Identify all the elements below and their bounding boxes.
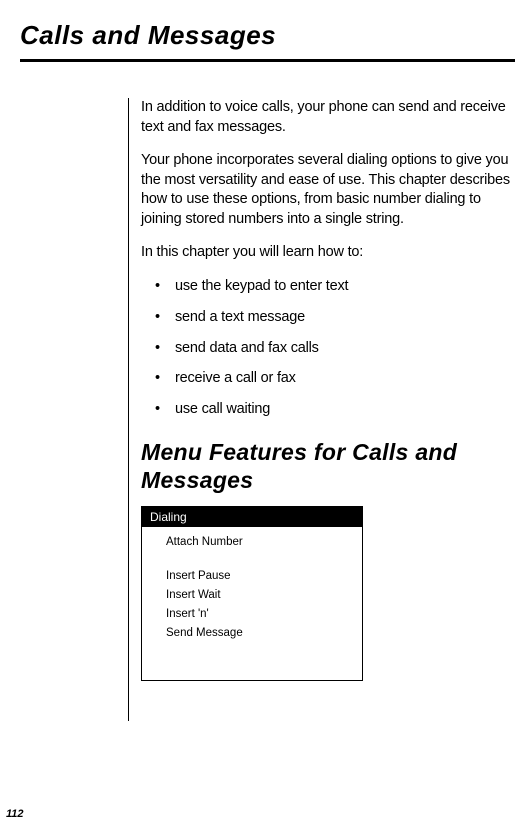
menu-items: Attach Number Insert Pause Insert Wait I… xyxy=(142,527,362,643)
menu-item: Insert 'n' xyxy=(142,605,362,624)
page-title: Calls and Messages xyxy=(20,20,515,51)
list-item: use the keypad to enter text xyxy=(141,277,515,296)
menu-item: Send Message xyxy=(142,624,362,643)
page-number: 112 xyxy=(6,808,24,820)
section-heading: Menu Features for Calls and Messages xyxy=(141,439,515,494)
menu-item: Insert Wait xyxy=(142,586,362,605)
intro-paragraph-2: Your phone incorporates several dialing … xyxy=(141,151,515,229)
list-item: send a text message xyxy=(141,308,515,327)
bullet-list: use the keypad to enter text send a text… xyxy=(141,277,515,419)
list-item: receive a call or fax xyxy=(141,369,515,388)
list-item: send data and fax calls xyxy=(141,339,515,358)
title-divider xyxy=(20,59,515,62)
intro-paragraph-1: In addition to voice calls, your phone c… xyxy=(141,98,515,137)
content-area: In addition to voice calls, your phone c… xyxy=(128,98,515,721)
menu-item: Insert Pause xyxy=(142,567,362,586)
menu-item: Attach Number xyxy=(142,533,362,552)
intro-paragraph-3: In this chapter you will learn how to: xyxy=(141,243,515,263)
menu-box: Dialing Attach Number Insert Pause Inser… xyxy=(141,506,363,680)
list-item: use call waiting xyxy=(141,400,515,419)
menu-header: Dialing xyxy=(142,507,362,527)
